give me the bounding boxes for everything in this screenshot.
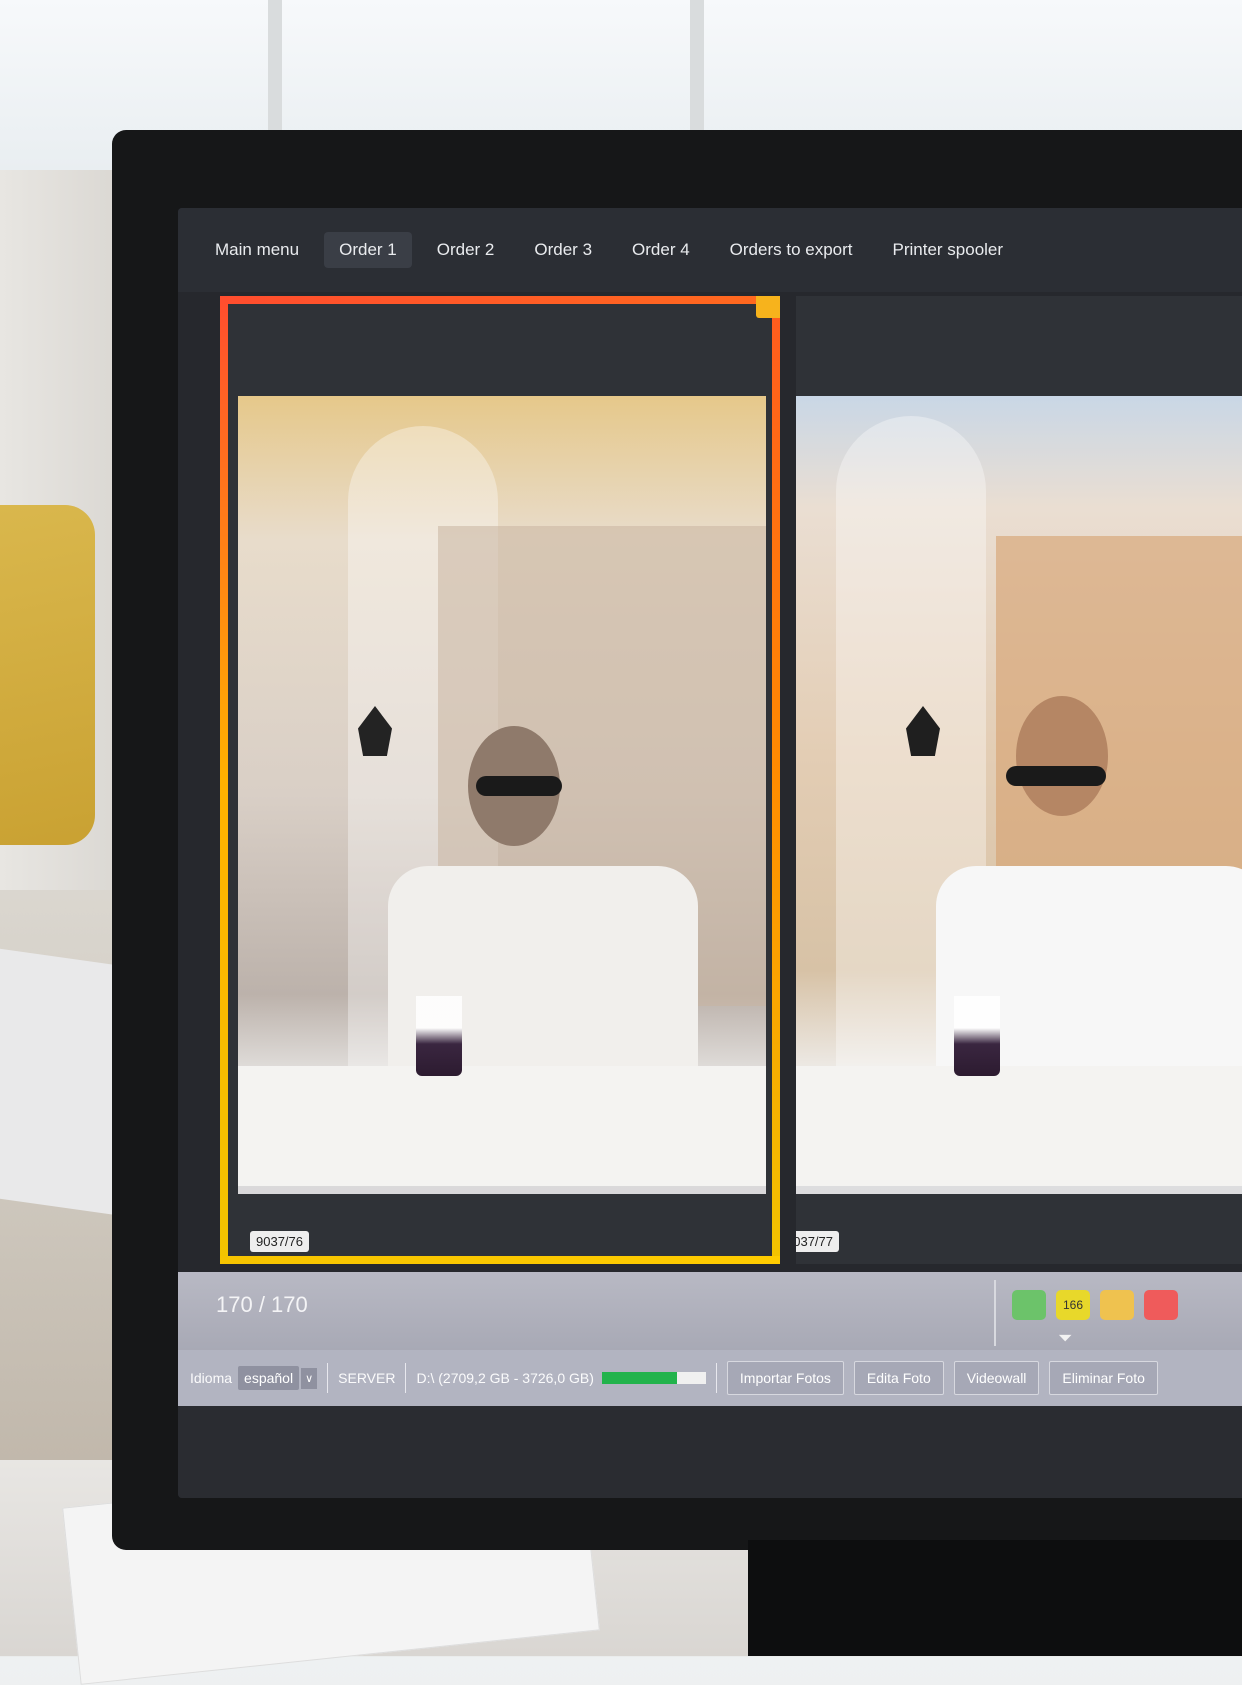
divider [994,1280,996,1346]
divider [405,1363,407,1393]
photo-table [796,1066,1242,1186]
selection-border [772,296,780,1264]
disk-info: D:\ (2709,2 GB - 3726,0 GB) [416,1370,594,1386]
tab-printer-spooler[interactable]: Printer spooler [878,232,1019,268]
monitor-stand [748,1540,1242,1656]
photo-counter: 170 / 170 [216,1292,308,1317]
status-strip: 170 / 170 166 ⏷ [178,1272,1242,1350]
app-screen: Main menu Order 1 Order 2 Order 3 Order … [178,208,1242,1498]
photo-image [238,396,766,1194]
tab-order-1[interactable]: Order 1 [324,232,412,268]
tab-order-3[interactable]: Order 3 [519,232,607,268]
photo-thumbnail[interactable]: 9037/77 [796,296,1242,1264]
photo-gallery: 9037/76 9037/77 [178,292,1242,1272]
background-chair [0,505,95,845]
disk-usage-fill [601,1372,678,1384]
divider [327,1363,329,1393]
color-filter-yellow[interactable]: 166 [1056,1290,1090,1320]
tab-order-4[interactable]: Order 4 [617,232,705,268]
disk-usage-bar [601,1372,706,1384]
selection-border [220,1256,780,1264]
top-nav: Main menu Order 1 Order 2 Order 3 Order … [178,208,1242,292]
photo-person-head [1016,696,1108,816]
photo-id-label: 9037/76 [250,1231,309,1252]
videowall-button[interactable]: Videowall [953,1361,1040,1395]
chevron-down-icon[interactable]: ∨ [301,1367,318,1389]
photo-table [238,1066,766,1186]
server-label: SERVER [338,1370,396,1386]
color-filter-orange[interactable] [1100,1290,1134,1320]
color-filter-green[interactable] [1012,1290,1046,1320]
delete-photo-button[interactable]: Eliminar Foto [1049,1361,1158,1395]
photo-image [796,396,1242,1194]
selection-border [220,296,780,304]
screen-bottom [178,1406,1242,1498]
edit-photo-button[interactable]: Edita Foto [853,1361,944,1395]
photo-id-label: 9037/77 [796,1231,839,1252]
flag-icon[interactable] [756,296,780,318]
tab-orders-to-export[interactable]: Orders to export [715,232,868,268]
selection-border [220,296,228,1264]
footer-toolbar: Idioma español ∨ SERVER D:\ (2709,2 GB -… [178,1350,1242,1406]
filter-icon[interactable]: ⏷ [1058,1328,1072,1349]
color-filter-red[interactable] [1144,1290,1178,1320]
language-label: Idioma [190,1370,233,1386]
tab-order-2[interactable]: Order 2 [422,232,510,268]
tab-main-menu[interactable]: Main menu [200,232,314,268]
photo-sunglasses [1006,766,1106,786]
photo-sunglasses [476,776,562,796]
language-select[interactable]: español [238,1366,300,1390]
photo-cup [416,996,462,1076]
divider [715,1363,717,1393]
photo-thumbnail-selected[interactable]: 9037/76 [220,296,780,1264]
photo-cup [954,996,1000,1076]
import-photos-button[interactable]: Importar Fotos [726,1361,844,1395]
